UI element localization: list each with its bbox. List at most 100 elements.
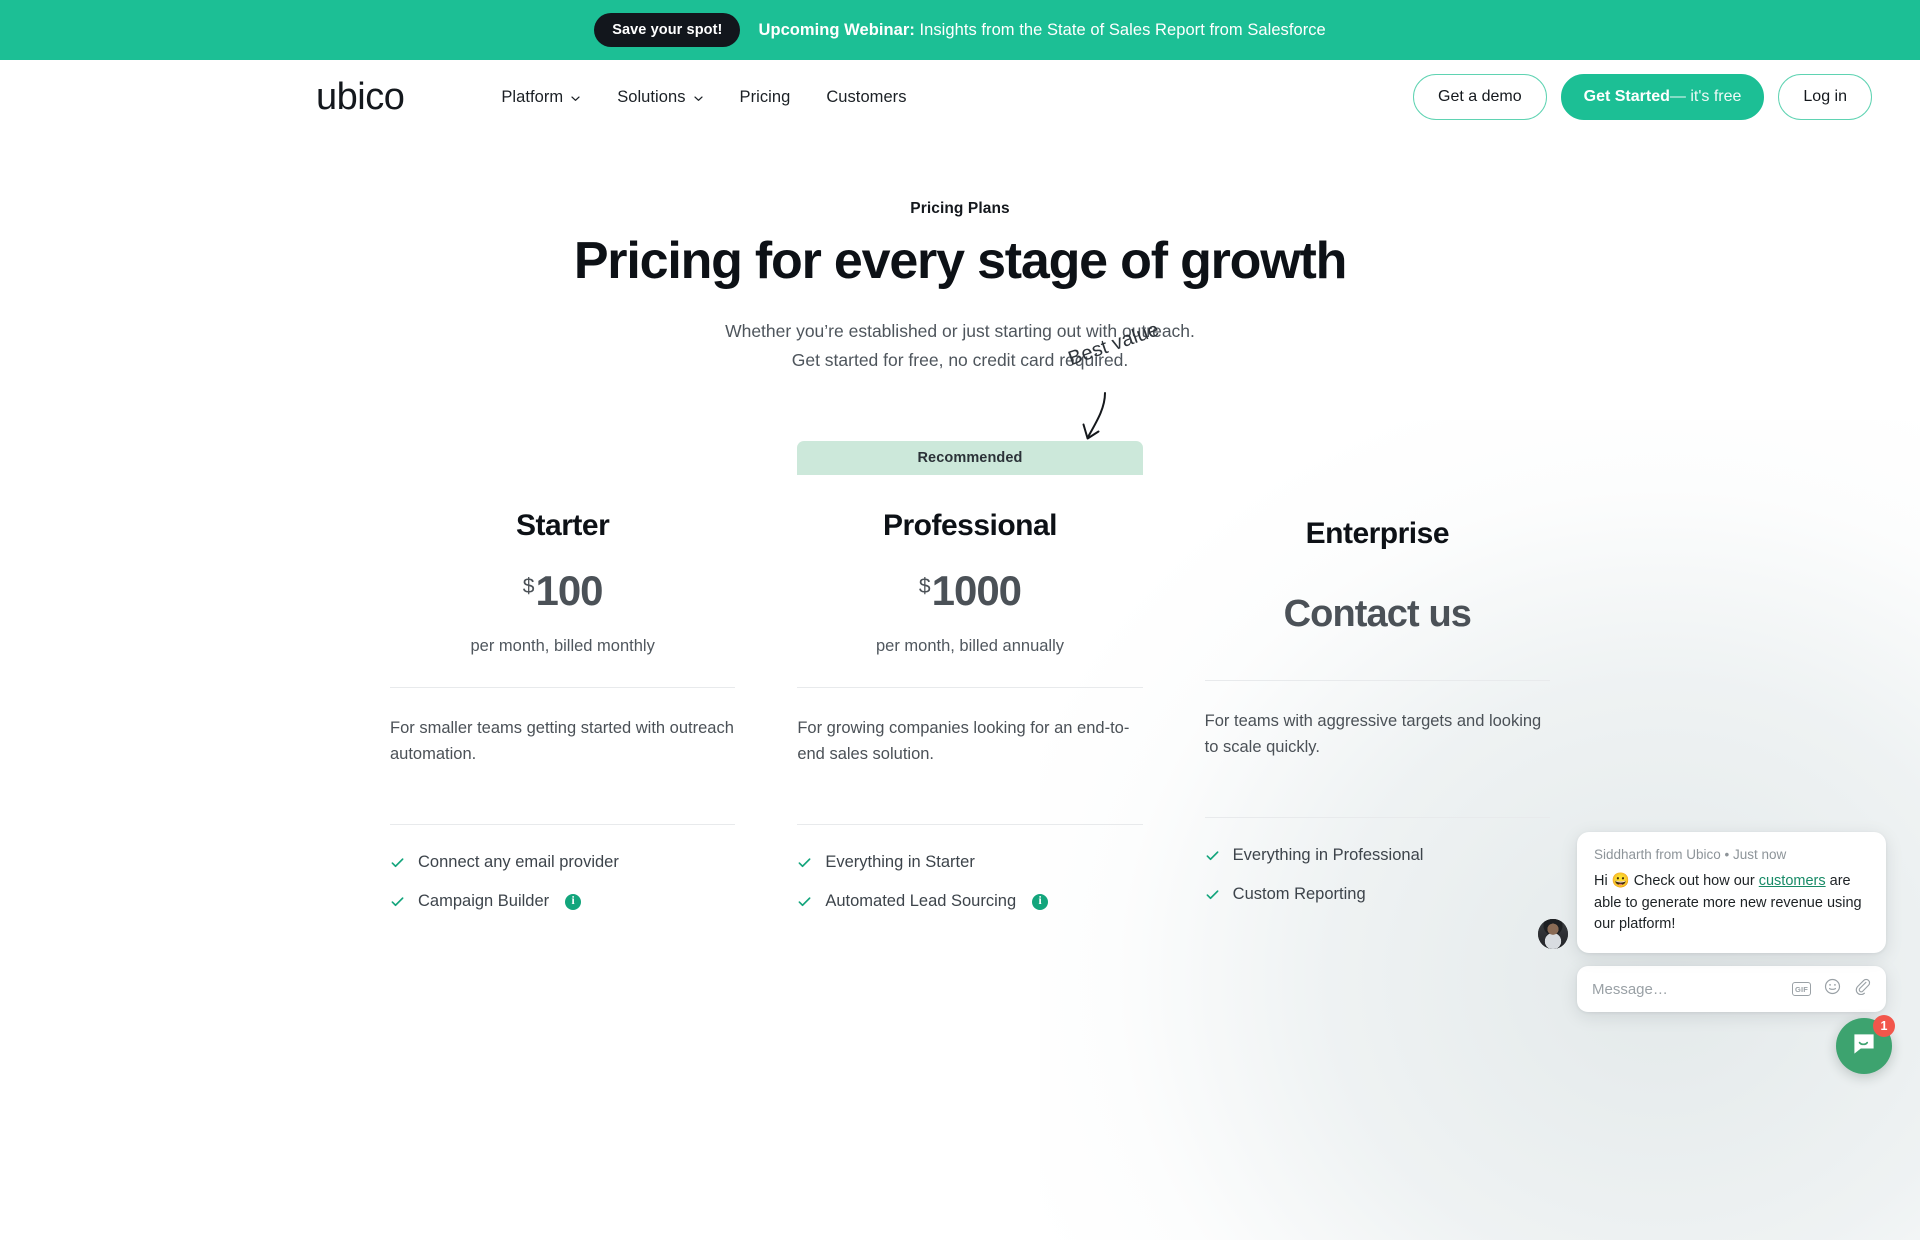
announcement-body: Insights from the State of Sales Report … (914, 20, 1326, 39)
price-amount: 1000 (931, 567, 1022, 615)
page-title: Pricing for every stage of growth (573, 232, 1348, 290)
feature-list: Everything in Professional Custom Report… (1205, 846, 1550, 904)
divider (390, 687, 736, 689)
pricing-grid: Starter $ 100 per month, billed monthly … (370, 319, 1550, 931)
feature-list: Everything in Starter Automated Lead Sou… (797, 853, 1142, 911)
contact-us-label: Contact us (1283, 593, 1472, 636)
pricing-card-professional: Professional $ 1000 per month, billed an… (797, 475, 1143, 911)
divider (390, 824, 736, 826)
check-icon (1205, 887, 1220, 902)
chat-message-row: Siddharth from Ubico • Just now Hi 😀 Che… (1538, 831, 1886, 953)
feature-label: Campaign Builder (418, 892, 550, 911)
chevron-down-icon (570, 93, 581, 104)
divider (1204, 680, 1550, 682)
pricing-card-enterprise: Enterprise Contact us For teams with agg… (1204, 475, 1550, 904)
chevron-down-icon (693, 93, 704, 104)
chat-tools: GIF (1792, 978, 1871, 1000)
feature-label: Everything in Starter (825, 853, 975, 872)
check-icon (390, 894, 405, 909)
chat-bubble-icon (1851, 1031, 1877, 1062)
currency-symbol: $ (918, 575, 931, 599)
page-eyebrow: Pricing Plans (910, 200, 1010, 217)
plan-price: $ 1000 (797, 570, 1142, 612)
pricing-column-enterprise: Enterprise Contact us For teams with agg… (1204, 441, 1550, 931)
list-item: Campaign Builder i (390, 892, 735, 911)
announcement-bar: Save your spot! Upcoming Webinar: Insigh… (0, 0, 1920, 60)
price-amount: 100 (535, 567, 603, 615)
plan-description: For growing companies looking for an end… (797, 719, 1130, 764)
chat-input-bar[interactable]: Message… GIF (1577, 966, 1886, 1012)
nav-item-pricing[interactable]: Pricing (740, 88, 791, 107)
nav-item-solutions[interactable]: Solutions (617, 88, 703, 107)
feature-list: Connect any email provider Campaign Buil… (390, 853, 735, 911)
chat-launcher-button[interactable]: 1 (1836, 1015, 1895, 1074)
list-item: Custom Reporting (1205, 885, 1550, 904)
ubico-logo[interactable]: ubico (316, 78, 405, 116)
nav-item-platform-label: Platform (501, 87, 564, 106)
pricing-column-professional: Best value Recommended Professional $ 10… (797, 319, 1162, 931)
attachment-icon[interactable] (1854, 978, 1871, 1000)
plan-name: Enterprise (1305, 517, 1450, 551)
plan-period: per month, billed monthly (470, 637, 655, 656)
check-icon (390, 855, 405, 870)
plan-price: $ 100 (390, 570, 735, 612)
divider (797, 687, 1143, 689)
info-icon[interactable]: i (565, 893, 582, 910)
plan-name: Starter (516, 509, 610, 543)
get-started-label: Get Started (1583, 88, 1670, 105)
announcement-text[interactable]: Upcoming Webinar: Insights from the Stat… (758, 21, 1325, 40)
plan-description-box: For growing companies looking for an end… (797, 715, 1142, 793)
unread-badge: 1 (1873, 1015, 1895, 1037)
ribbon-spacer (390, 441, 735, 475)
hero-subtitle: Whether you’re established or just start… (0, 317, 1920, 375)
currency-symbol: $ (522, 575, 535, 599)
divider (1204, 817, 1550, 819)
get-started-button[interactable]: Get Started— it's free (1560, 74, 1765, 120)
list-item: Everything in Starter (797, 853, 1142, 872)
chat-message-text: Hi 😀 Check out how our customers are abl… (1594, 871, 1869, 936)
nav-links: Platform Solutions Pricing Customers (501, 88, 906, 107)
chat-text-before: Hi 😀 Check out how our (1594, 872, 1759, 889)
pricing-card-starter: Starter $ 100 per month, billed monthly … (390, 475, 736, 911)
feature-label: Everything in Professional (1232, 846, 1424, 865)
chat-message-meta: Siddharth from Ubico • Just now (1594, 846, 1787, 862)
pricing-column-starter: Starter $ 100 per month, billed monthly … (390, 441, 736, 931)
feature-label: Custom Reporting (1232, 885, 1366, 904)
chat-message-bubble[interactable]: Siddharth from Ubico • Just now Hi 😀 Che… (1577, 831, 1886, 953)
log-in-button[interactable]: Log in (1778, 74, 1872, 120)
feature-label: Automated Lead Sourcing (825, 892, 1017, 911)
plan-name: Professional (882, 509, 1058, 543)
chat-customers-link[interactable]: customers (1759, 873, 1826, 889)
divider (797, 824, 1143, 826)
check-icon (797, 855, 812, 870)
list-item: Everything in Professional (1205, 846, 1550, 865)
info-icon[interactable]: i (1032, 893, 1049, 910)
list-item: Connect any email provider (390, 853, 735, 872)
check-icon (1205, 848, 1220, 863)
nav-item-platform[interactable]: Platform (501, 88, 581, 107)
gif-icon[interactable]: GIF (1792, 982, 1811, 996)
recommended-ribbon: Recommended (797, 441, 1143, 476)
nav-actions: Get a demo Get Started— it's free Log in (1413, 74, 1880, 120)
chat-widget: Siddharth from Ubico • Just now Hi 😀 Che… (1538, 831, 1886, 1012)
nav-item-solutions-label: Solutions (617, 87, 686, 106)
main-navigation: ubico Platform Solutions Pricing Custome… (0, 60, 1920, 134)
chat-message-input[interactable]: Message… (1592, 981, 1792, 998)
get-started-suffix: — it's free (1669, 88, 1742, 105)
plan-description-box: For smaller teams getting started with o… (390, 715, 735, 793)
plan-description: For smaller teams getting started with o… (390, 719, 734, 764)
check-icon (797, 894, 812, 909)
ribbon-spacer (1205, 441, 1550, 475)
nav-item-customers[interactable]: Customers (826, 88, 906, 107)
hero-subtitle-line-2: Get started for free, no credit card req… (791, 350, 1129, 371)
hero-section: Pricing Plans Pricing for every stage of… (0, 134, 1920, 375)
save-your-spot-button[interactable]: Save your spot! (594, 13, 741, 47)
hero-subtitle-line-1: Whether you’re established or just start… (725, 321, 1195, 342)
get-a-demo-button[interactable]: Get a demo (1413, 74, 1547, 120)
plan-description-box: For teams with aggressive targets and lo… (1205, 708, 1550, 786)
plan-period: per month, billed annually (875, 637, 1065, 656)
list-item: Automated Lead Sourcing i (797, 892, 1142, 911)
emoji-icon[interactable] (1824, 978, 1841, 1000)
avatar (1538, 919, 1568, 949)
plan-description: For teams with aggressive targets and lo… (1204, 712, 1542, 757)
